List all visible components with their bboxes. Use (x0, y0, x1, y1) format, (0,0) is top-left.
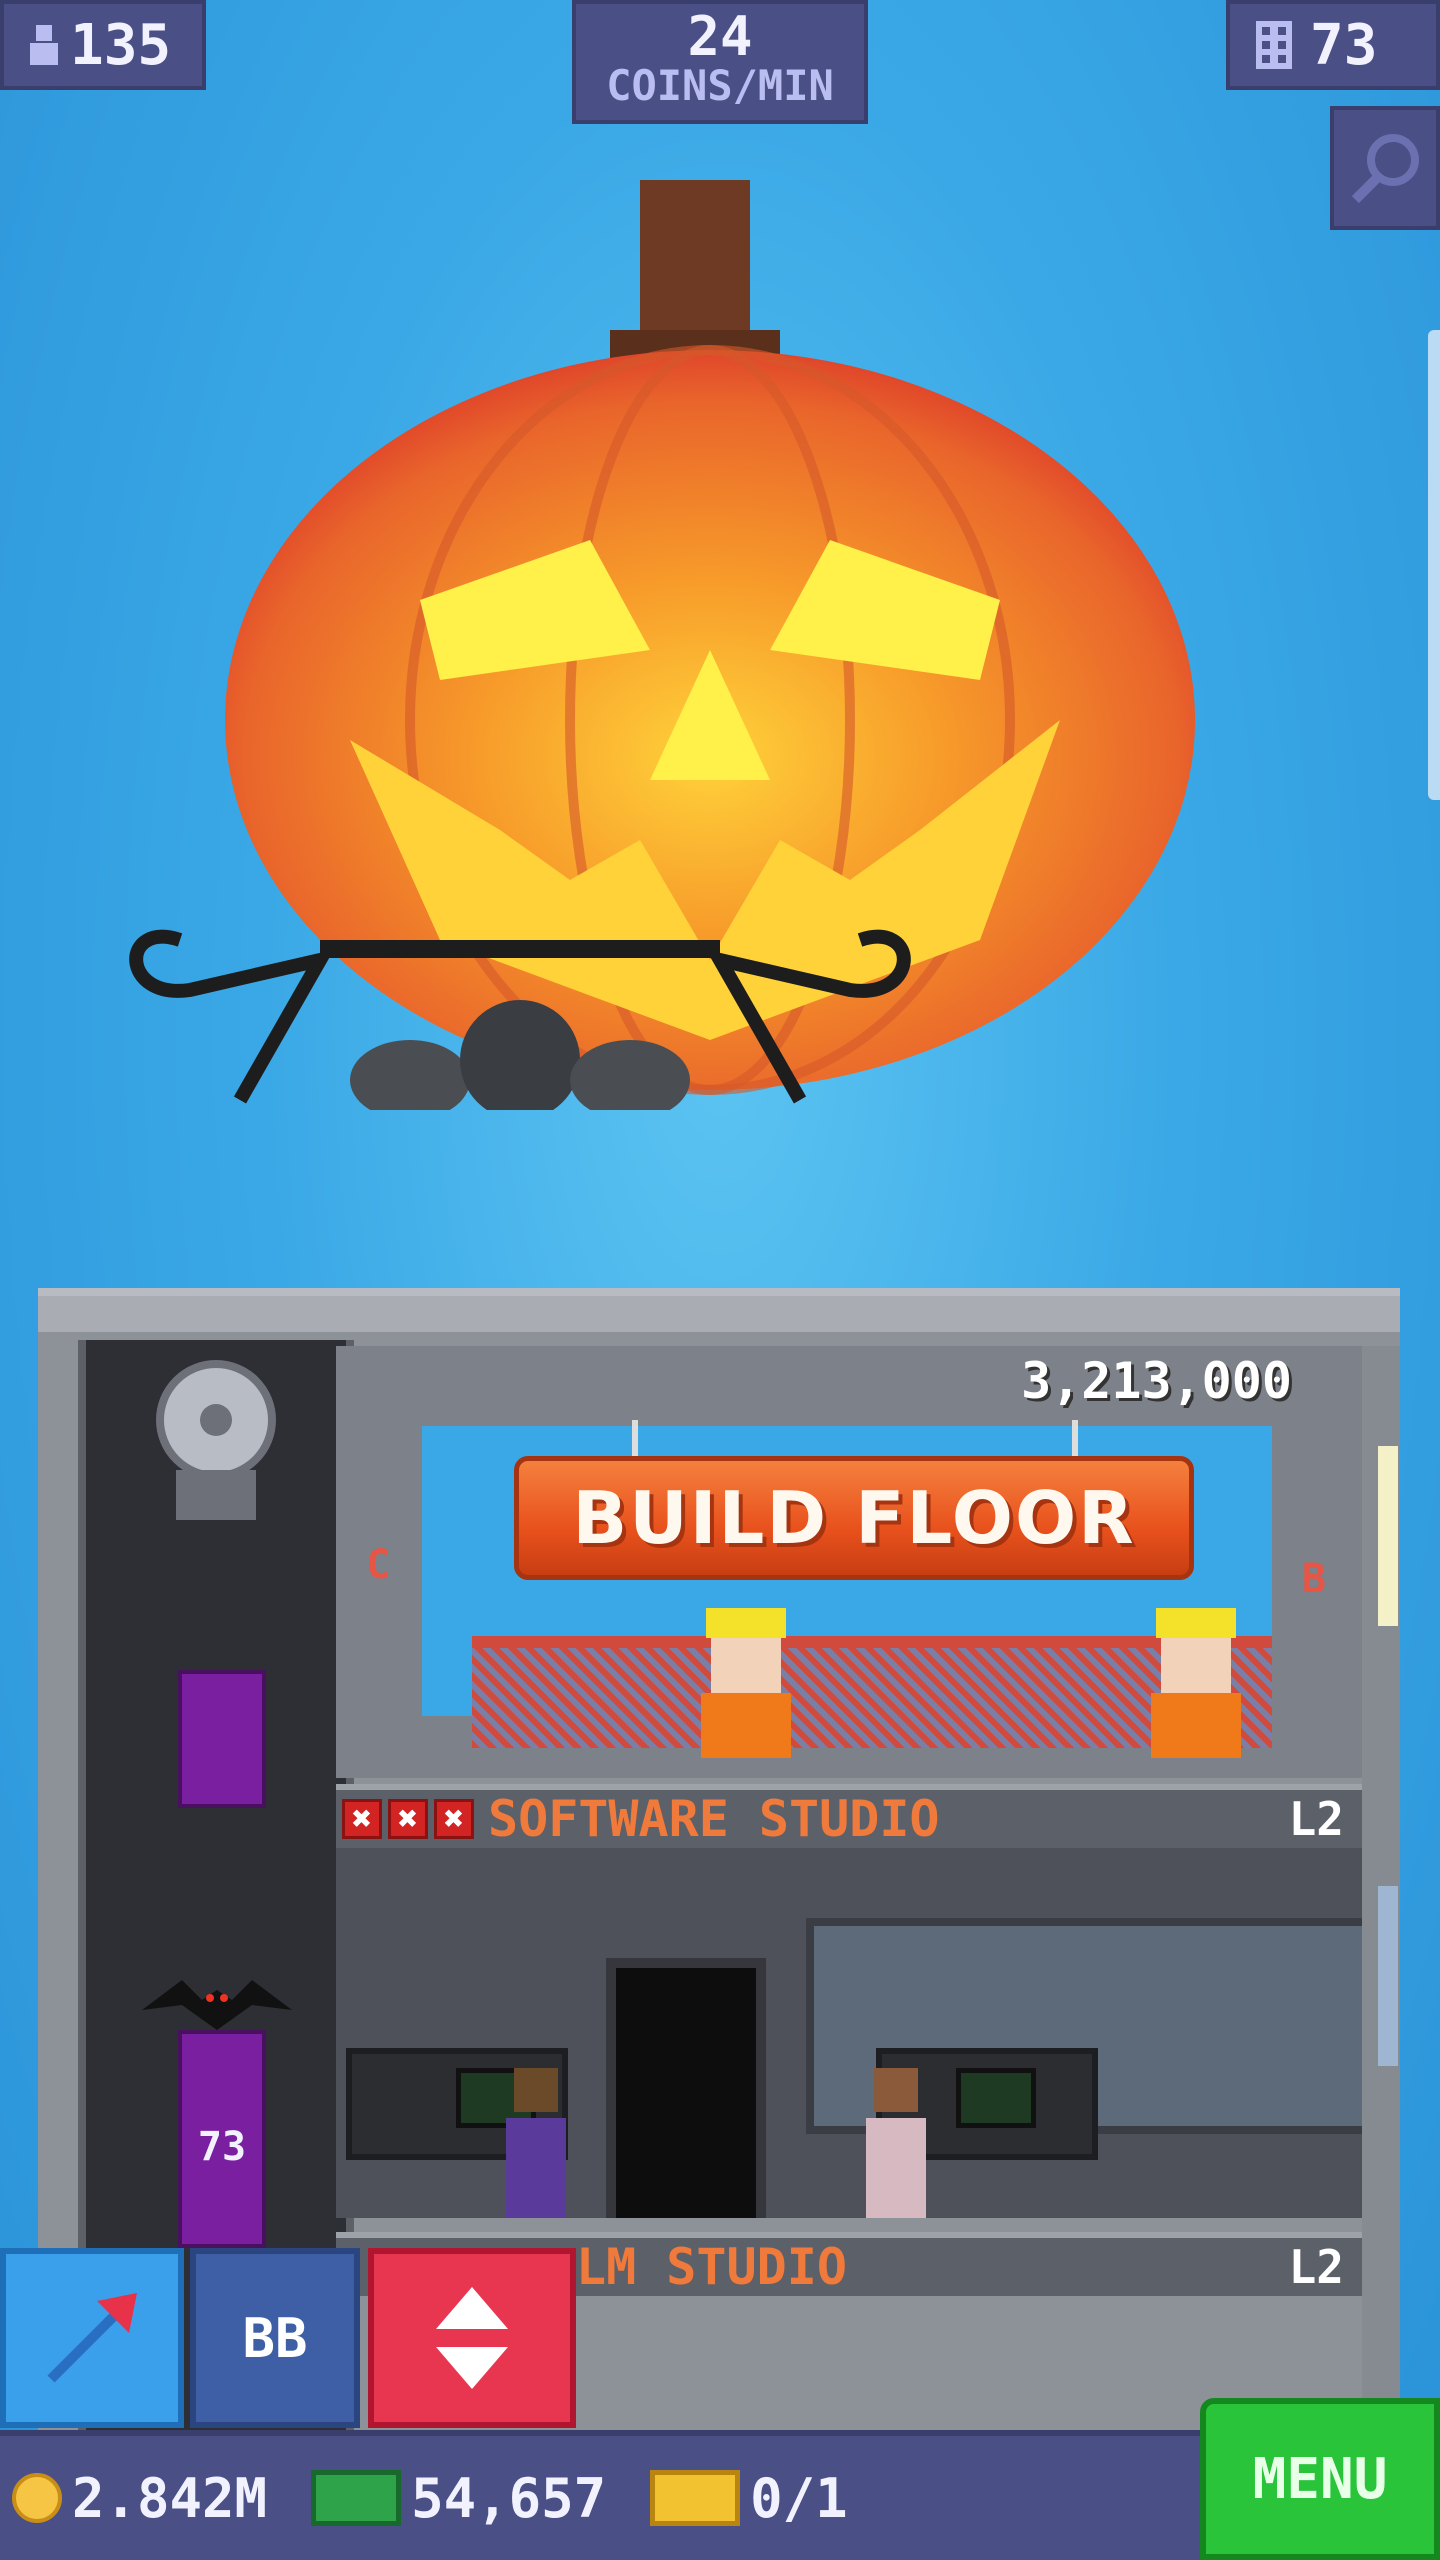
zoom-button[interactable] (1330, 106, 1440, 230)
floor-name: SOFTWARE STUDIO (488, 1790, 940, 1848)
coins-value: 2.842M (72, 2466, 268, 2530)
build-floor-area: 3,213,000 BUILD FLOOR C B (336, 1346, 1362, 1778)
elevator-button[interactable] (368, 2248, 576, 2428)
close-icon: ✖ (388, 1799, 428, 1839)
window-light (1378, 1446, 1398, 1626)
worker-icon (1151, 1608, 1241, 1758)
floor-counter[interactable]: 73 (1226, 0, 1440, 90)
close-icon: ✖ (342, 1799, 382, 1839)
menu-button[interactable]: MENU (1200, 2398, 1440, 2560)
right-marker: B (1301, 1556, 1326, 1602)
elevator-car-upper (178, 1670, 266, 1808)
building-icon (1256, 21, 1292, 69)
studio-floor-interior[interactable] (336, 1848, 1362, 2218)
building-right-wall (1362, 1346, 1400, 2428)
coins-per-minute-panel: 24 COINS/MIN (572, 0, 868, 124)
floor-label-bar[interactable]: ✖ ✖ ✖ SOFTWARE STUDIO L2 (336, 1784, 1362, 1848)
person-icon (506, 2068, 566, 2218)
close-icon: ✖ (434, 1799, 474, 1839)
bb-button[interactable]: BB (190, 2248, 360, 2428)
floor-level: L2 (1288, 1792, 1344, 1846)
sign-hook (632, 1420, 638, 1458)
tickets-stat: 0/1 (650, 2467, 848, 2530)
jack-o-lantern-roof (200, 180, 1240, 1290)
pumpkin-icon (225, 180, 1195, 1095)
worker-icon (701, 1608, 791, 1758)
coin-icon (12, 2473, 62, 2523)
bux-value: 54,657 (411, 2466, 607, 2530)
roof-ledge (38, 1296, 1400, 1332)
left-marker: C (366, 1542, 391, 1588)
elevator-floor-label: 73 (197, 2124, 247, 2170)
pumpkin-stand (129, 929, 911, 1110)
tickets-value: 0/1 (750, 2466, 848, 2530)
floor-count-value: 73 (1310, 12, 1378, 78)
build-cost: 3,213,000 (1021, 1352, 1292, 1410)
magnifier-icon (1351, 134, 1419, 204)
population-value: 135 (70, 12, 172, 78)
coins-per-minute-value: 24 (687, 5, 753, 68)
floor-name: LM STUDIO (576, 2238, 847, 2296)
floor-level: L2 (1288, 2240, 1344, 2294)
build-floor-button[interactable]: BUILD FLOOR (514, 1456, 1194, 1580)
up-down-arrows-icon (436, 2287, 508, 2389)
red-arrow-button[interactable] (0, 2248, 184, 2428)
elevator-car[interactable]: 73 (178, 2030, 266, 2248)
person-icon (30, 25, 58, 65)
bux-stat: 54,657 (311, 2467, 606, 2530)
red-arrow-icon (47, 2293, 137, 2383)
cash-icon (311, 2470, 402, 2526)
scroll-indicator[interactable] (1428, 330, 1440, 800)
window-light (1378, 1886, 1398, 2066)
coins-per-minute-unit: COINS/MIN (606, 61, 834, 110)
person-icon (866, 2068, 926, 2218)
ticket-icon (650, 2470, 741, 2526)
population-counter[interactable]: 135 (0, 0, 206, 90)
elevator-motor-icon (156, 1360, 276, 1520)
monitor-icon (956, 2068, 1036, 2128)
sign-hook (1072, 1420, 1078, 1458)
coins-stat: 2.842M (12, 2467, 267, 2530)
office-door (606, 1958, 766, 2218)
